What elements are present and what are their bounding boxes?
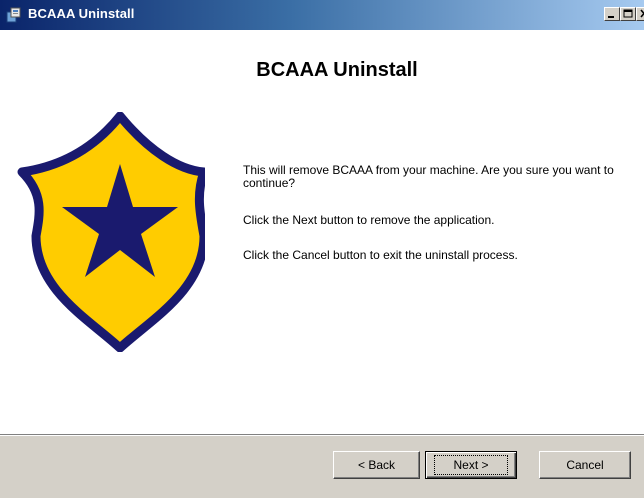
back-button-label: < Back <box>357 458 396 472</box>
message-next: Click the Next button to remove the appl… <box>243 213 495 227</box>
cancel-button[interactable]: Cancel <box>539 451 631 479</box>
window-title: BCAAA Uninstall <box>28 6 135 21</box>
next-button-label: Next > <box>434 455 508 475</box>
content-panel: BCAAA Uninstall This will remove BCAAA f… <box>0 30 644 434</box>
minimize-icon <box>608 16 614 18</box>
next-button[interactable]: Next > <box>425 451 517 479</box>
cancel-button-label: Cancel <box>566 458 604 472</box>
divider-highlight <box>0 435 644 436</box>
close-button[interactable] <box>636 7 644 21</box>
back-button[interactable]: < Back <box>333 451 420 479</box>
close-icon <box>640 9 644 18</box>
installer-icon <box>6 7 21 23</box>
page-title: BCAAA Uninstall <box>256 59 418 81</box>
maximize-icon <box>623 9 633 18</box>
message-cancel: Click the Cancel button to exit the unin… <box>243 248 518 262</box>
maximize-button[interactable] <box>620 7 636 21</box>
shield-star-icon <box>17 112 205 352</box>
minimize-button[interactable] <box>604 7 620 21</box>
title-bar[interactable]: BCAAA Uninstall <box>0 0 644 30</box>
uninstall-window: BCAAA Uninstall BCAAA Uninstall This wil… <box>0 0 644 498</box>
message-confirm: This will remove BCAAA from your machine… <box>243 163 614 190</box>
